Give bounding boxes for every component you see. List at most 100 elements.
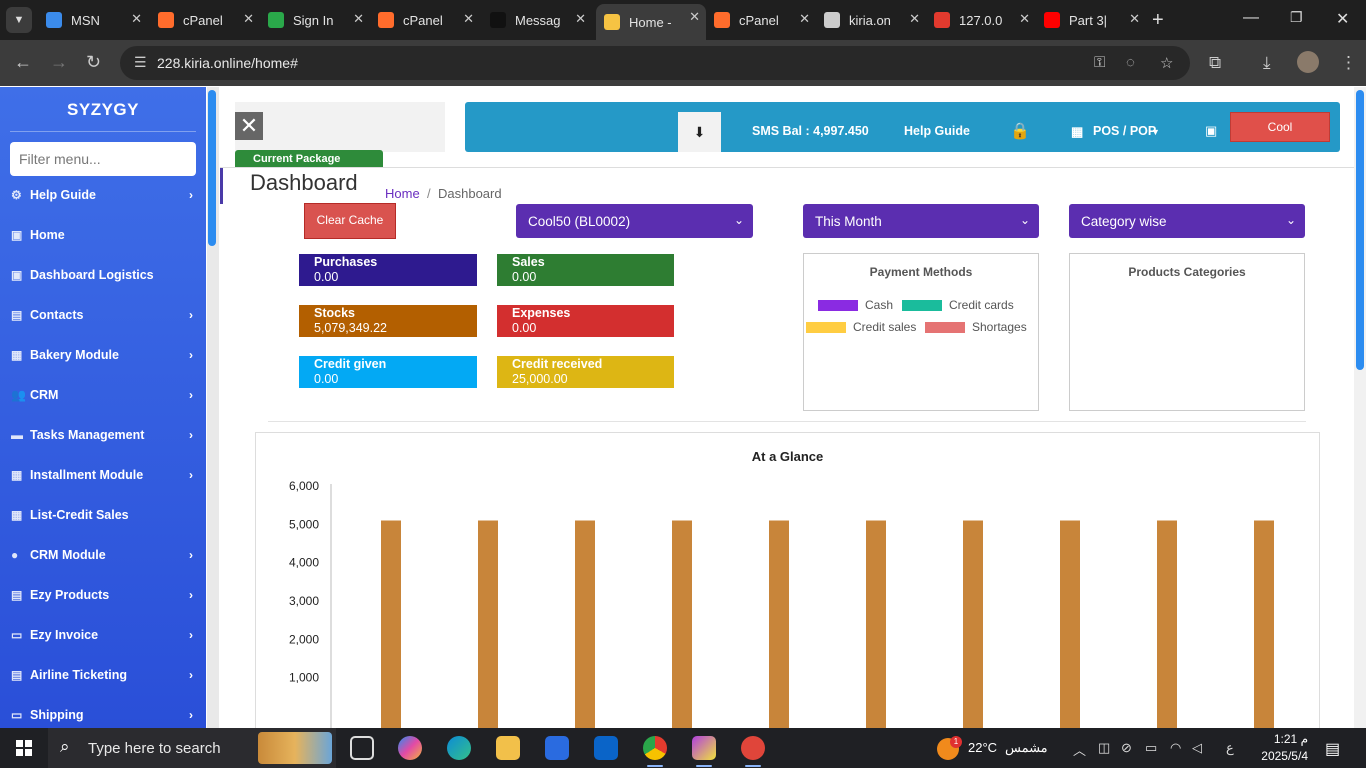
browser-tab[interactable]: 127.0.0 ✕ [926, 6, 1036, 34]
copilot-icon[interactable] [398, 736, 422, 760]
download-icon[interactable]: ⤓ [1263, 53, 1271, 73]
tab-close-icon[interactable]: ✕ [689, 9, 700, 25]
sidebar-item-ezy-invoice[interactable]: ▭ Ezy Invoice › [0, 620, 206, 650]
battery-icon[interactable]: ▭ [1145, 740, 1157, 756]
site-info-icon[interactable]: ☰ [134, 54, 147, 71]
breadcrumb-home[interactable]: Home [385, 186, 420, 201]
download-circle-icon[interactable]: ⬇ [678, 112, 721, 152]
legend-credit-cards[interactable]: Credit cards [902, 298, 1014, 312]
chart-bar[interactable] [575, 520, 595, 742]
wifi-icon[interactable]: ◠ [1170, 740, 1181, 756]
volume-icon[interactable]: ◁ [1192, 740, 1202, 756]
cash-icon[interactable]: ▣ [1205, 123, 1217, 139]
eye-slash-icon[interactable]: ◌ [1126, 54, 1135, 71]
sidebar-item-crm[interactable]: 👥 CRM › [0, 380, 206, 410]
outlook-icon[interactable] [594, 736, 618, 760]
sidebar-item-tasks-management[interactable]: ▬ Tasks Management › [0, 420, 206, 450]
sidebar-item-shipping[interactable]: ▭ Shipping › [0, 700, 206, 728]
tray-network-alert-icon[interactable]: ⊘ [1121, 740, 1132, 756]
tab-close-icon[interactable]: ✕ [909, 11, 920, 27]
new-tab-plus-icon[interactable]: + [1152, 9, 1164, 32]
tab-close-icon[interactable]: ✕ [799, 11, 810, 27]
windows-start-icon[interactable] [16, 740, 32, 756]
task-view-icon[interactable] [350, 736, 374, 760]
chart-bar[interactable] [866, 520, 886, 742]
weather-description[interactable]: مشمس [1005, 740, 1048, 756]
sidebar-item-bakery-module[interactable]: ▦ Bakery Module › [0, 340, 206, 370]
current-package-button[interactable]: Current Package [235, 150, 383, 168]
chart-bar[interactable] [672, 520, 692, 742]
browser-tab[interactable]: Messag ✕ [482, 6, 592, 34]
browser-tab[interactable]: cPanel ✕ [706, 6, 816, 34]
app-icon[interactable] [741, 736, 765, 760]
clear-cache-button[interactable]: Clear Cache [304, 203, 396, 239]
browser-tab[interactable]: cPanel ✕ [370, 6, 480, 34]
chart-bar[interactable] [1060, 520, 1080, 742]
browser-tab[interactable]: Part 3| ✕ [1036, 6, 1146, 34]
sidebar-item-ezy-products[interactable]: ▤ Ezy Products › [0, 580, 206, 610]
password-key-icon[interactable]: ⚿ [1094, 54, 1105, 71]
sidebar-item-installment-module[interactable]: ▦ Installment Module › [0, 460, 206, 490]
tray-app-icon[interactable]: ◫ [1098, 740, 1110, 756]
phpstorm-icon[interactable] [692, 736, 716, 760]
taskbar-search[interactable]: ⌕ Type here to search [48, 728, 336, 768]
browser-tab[interactable]: Sign In ✕ [260, 6, 370, 34]
sidebar-item-dashboard-logistics[interactable]: ▣ Dashboard Logistics [0, 260, 206, 290]
pos-caret-icon[interactable]: ▼ [1151, 127, 1160, 137]
sidebar-item-contacts[interactable]: ▤ Contacts › [0, 300, 206, 330]
legend-cash[interactable]: Cash [818, 298, 893, 312]
notification-icon[interactable]: ▤ [1325, 739, 1340, 759]
sidebar-scroll-thumb[interactable] [208, 90, 216, 246]
temperature[interactable]: 22°C [968, 740, 997, 755]
chart-bar[interactable] [963, 520, 983, 742]
category-select[interactable]: Category wise ⌄ [1069, 204, 1305, 238]
browser-menu-icon[interactable]: ⋮ [1340, 53, 1357, 73]
sidebar-scrollbar[interactable] [207, 87, 219, 728]
tab-close-icon[interactable]: ✕ [1019, 11, 1030, 27]
browser-tab[interactable]: Home - ✕ [596, 4, 706, 40]
input-language[interactable]: ع [1226, 740, 1234, 756]
tab-close-icon[interactable]: ✕ [1129, 11, 1140, 27]
chart-bar[interactable] [1157, 520, 1177, 742]
browser-tab[interactable]: cPanel ✕ [150, 6, 260, 34]
sidebar-item-help-guide[interactable]: ⚙ Help Guide › [0, 180, 206, 210]
forward-arrow-icon[interactable]: → [50, 52, 68, 73]
period-select[interactable]: This Month ⌄ [803, 204, 1039, 238]
profile-avatar[interactable] [1297, 51, 1319, 73]
brand-logo[interactable]: SYZYGY [0, 100, 206, 120]
legend-shortages[interactable]: Shortages [925, 320, 1027, 334]
filter-menu-input[interactable] [10, 142, 196, 176]
bookmark-star-icon[interactable]: ☆ [1160, 54, 1173, 72]
store-icon[interactable] [545, 736, 569, 760]
edge-icon[interactable] [447, 736, 471, 760]
tab-close-icon[interactable]: ✕ [575, 11, 586, 27]
window-close-icon[interactable]: ✕ [1336, 9, 1349, 29]
file-explorer-icon[interactable] [496, 736, 520, 760]
tab-close-icon[interactable]: ✕ [243, 11, 254, 27]
legend-credit-sales[interactable]: Credit sales [806, 320, 916, 334]
extensions-icon[interactable]: ⧉ [1209, 53, 1221, 73]
reload-icon[interactable]: ↻ [86, 52, 101, 73]
tab-close-icon[interactable]: ✕ [353, 11, 364, 27]
chrome-icon[interactable] [643, 736, 667, 760]
clock-time[interactable]: 1:21 م [1262, 732, 1308, 746]
chart-bar[interactable] [769, 520, 789, 742]
sidebar-item-list-credit-sales[interactable]: ▦ List-Credit Sales [0, 500, 206, 530]
help-guide-link[interactable]: Help Guide [904, 124, 970, 138]
pos-menu[interactable]: POS / POP [1093, 124, 1156, 138]
page-scroll-thumb[interactable] [1356, 90, 1364, 370]
address-bar[interactable]: ☰ 228.kiria.online/home# ⚿ ◌ ☆ [120, 46, 1190, 80]
location-select[interactable]: Cool50 (BL0002) ⌄ [516, 204, 753, 238]
browser-tab[interactable]: kiria.on ✕ [816, 6, 926, 34]
tab-search-chevron-icon[interactable]: ▼ [6, 7, 32, 33]
url-text[interactable]: 228.kiria.online/home# [157, 55, 298, 71]
chart-bar[interactable] [1254, 520, 1274, 742]
sidebar-item-home[interactable]: ▣ Home [0, 220, 206, 250]
search-highlight-image[interactable] [258, 732, 332, 764]
chart-bar[interactable] [478, 520, 498, 742]
sidebar-item-crm-module[interactable]: ● CRM Module › [0, 540, 206, 570]
clock-date[interactable]: 2025/5/4 [1256, 749, 1308, 763]
lock-icon[interactable]: 🔒 [1010, 121, 1030, 141]
browser-tab[interactable]: MSN ✕ [38, 6, 148, 34]
chart-bar[interactable] [381, 520, 401, 742]
